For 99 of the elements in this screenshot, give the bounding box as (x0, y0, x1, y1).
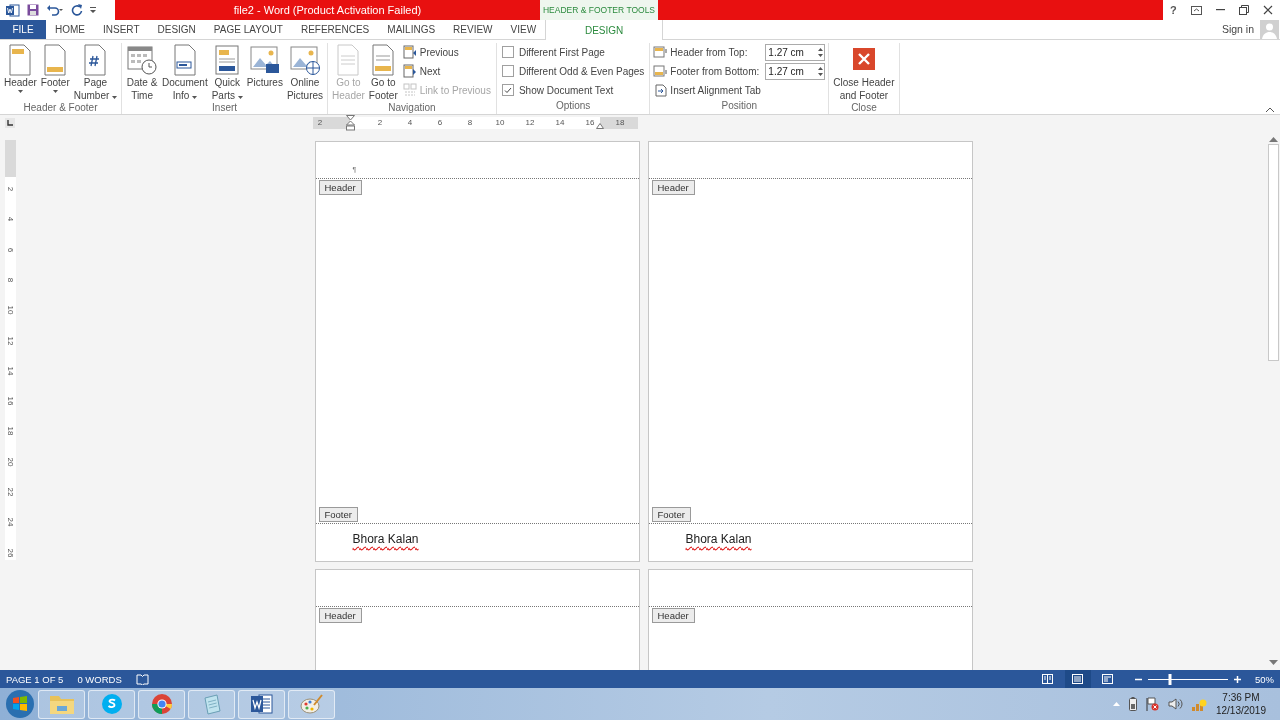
page-number-icon (82, 44, 109, 76)
group-label: Header & Footer (22, 102, 99, 114)
checkbox[interactable] (501, 46, 514, 58)
checkbox[interactable] (501, 65, 514, 77)
ribbon-button[interactable]: Quick Parts (210, 43, 244, 102)
vertical-ruler: 2 4 6 8 10 12 14 16 18 20 22 24 26 (5, 140, 16, 560)
header-position-icon (653, 46, 668, 58)
page-icon (7, 44, 34, 76)
ribbon-button[interactable]: Page Number (72, 43, 119, 102)
footer-text: Bhora Kalan (352, 532, 419, 546)
alignment-tab-icon (655, 83, 668, 97)
footer-position-icon (653, 65, 668, 77)
scrollbar-thumb[interactable] (1268, 144, 1279, 361)
calendar-clock-icon (126, 44, 159, 76)
skype-icon (100, 693, 123, 715)
ribbon-button[interactable]: Pictures (245, 43, 284, 102)
group-label: Navigation (387, 102, 437, 114)
header-tag: Header (318, 180, 362, 195)
tab-selector-icon[interactable] (5, 117, 15, 128)
indent-marker-icon[interactable] (346, 114, 355, 131)
zoom-in-icon[interactable] (1234, 675, 1241, 683)
chrome-icon (150, 693, 173, 715)
group-label: Options (554, 100, 592, 113)
ribbon-button[interactable]: Close Header and Footer (832, 43, 896, 102)
footer-tag: Footer (318, 507, 358, 522)
customize-menu-icon[interactable] (90, 7, 96, 13)
save-icon[interactable] (27, 4, 39, 16)
ribbon-button[interactable]: Online Pictures (285, 43, 325, 102)
header-tag: Header (651, 180, 695, 195)
ribbon-button[interactable]: Document Info (161, 43, 209, 102)
help-button[interactable]: ? (1170, 4, 1177, 16)
ribbon-button[interactable]: Go to Footer (367, 43, 399, 102)
start-button-icon[interactable] (5, 689, 35, 719)
page-icon (42, 44, 69, 76)
ribbon-button[interactable]: Previous (400, 43, 493, 61)
page-count[interactable]: PAGE 1 OF 5 (6, 673, 64, 685)
web-layout-icon (1102, 674, 1114, 684)
ribbon-button[interactable]: Header (3, 43, 38, 102)
checkbox-label: Different Odd & Even Pages (518, 65, 645, 77)
image-globe-icon (288, 44, 321, 76)
ribbon-button[interactable]: Footer (39, 43, 71, 102)
redo-icon[interactable] (71, 4, 83, 16)
ribbon-display-icon[interactable] (1190, 5, 1202, 15)
spin-arrows-icon[interactable] (817, 45, 825, 59)
view-button[interactable] (1065, 670, 1091, 688)
close-icon[interactable] (1262, 5, 1273, 15)
link-pages-icon (402, 83, 417, 97)
scroll-down-icon[interactable] (1269, 660, 1278, 666)
scroll-up-icon[interactable] (1269, 136, 1278, 142)
window-title: file2 - Word (Product Activation Failed) (115, 0, 540, 20)
speaker-icon[interactable] (1167, 698, 1183, 710)
clock[interactable]: 7:36 PM 12/13/2019 (1215, 691, 1266, 717)
footer-text: Bhora Kalan (685, 532, 752, 546)
checkmark-icon (503, 86, 512, 94)
proofing-book-icon[interactable] (135, 673, 149, 685)
taskbar-button[interactable] (238, 689, 285, 719)
page-icon (370, 44, 397, 76)
header-tag: Header (318, 608, 362, 623)
paint-palette-icon (299, 693, 324, 715)
group-label: Position (720, 100, 759, 113)
group-label: Insert (211, 102, 239, 114)
taskbar-button[interactable] (138, 689, 185, 719)
ribbon-button[interactable]: Date & Time (125, 43, 160, 102)
minimize-icon[interactable] (1215, 9, 1225, 11)
flag-error-icon[interactable] (1145, 697, 1159, 711)
ribbon-tab[interactable]: FILE (0, 20, 46, 39)
read-mode-icon (1042, 674, 1054, 684)
close-icon (852, 48, 875, 70)
battery-icon[interactable] (1128, 697, 1137, 711)
contextual-tab-label: HEADER & FOOTER TOOLS (540, 0, 658, 20)
print-layout-icon (1072, 674, 1084, 684)
folder-icon (48, 693, 75, 715)
checkbox[interactable] (501, 84, 514, 96)
field-label: Footer from Bottom: (670, 65, 761, 77)
ribbon-button[interactable]: Next (400, 62, 493, 80)
word-count[interactable]: 0 WORDS (77, 673, 122, 685)
header-tag: Header (651, 608, 695, 623)
document-icon (171, 44, 198, 76)
checkbox-label: Different First Page (518, 46, 605, 58)
undo-icon[interactable] (46, 4, 64, 16)
spin-field[interactable]: 1.27 cm (765, 62, 826, 80)
collapse-ribbon-icon[interactable] (1266, 107, 1274, 112)
spin-field[interactable]: 1.27 cm (765, 43, 826, 61)
word-logo-icon[interactable] (6, 3, 20, 17)
spin-arrows-icon[interactable] (817, 64, 825, 78)
sign-in-link[interactable]: Sign in (1221, 20, 1260, 39)
quick-parts-icon (213, 44, 242, 76)
horizontal-ruler: 2 2 4 6 8 10 12 14 16 18 (313, 116, 638, 129)
footer-tag: Footer (651, 507, 691, 522)
restore-icon[interactable] (1238, 5, 1249, 15)
page-icon (335, 44, 362, 76)
group-label: Close (850, 102, 878, 114)
ribbon-button[interactable]: Insert Alignment Tab (653, 81, 826, 99)
checkbox-label: Show Document Text (518, 84, 614, 96)
ribbon-tab[interactable]: DESIGN (545, 20, 664, 40)
image-icon (248, 44, 281, 76)
field-label: Header from Top: (670, 46, 749, 58)
word-icon (249, 693, 274, 715)
zoom-level[interactable]: 50% (1255, 673, 1274, 685)
